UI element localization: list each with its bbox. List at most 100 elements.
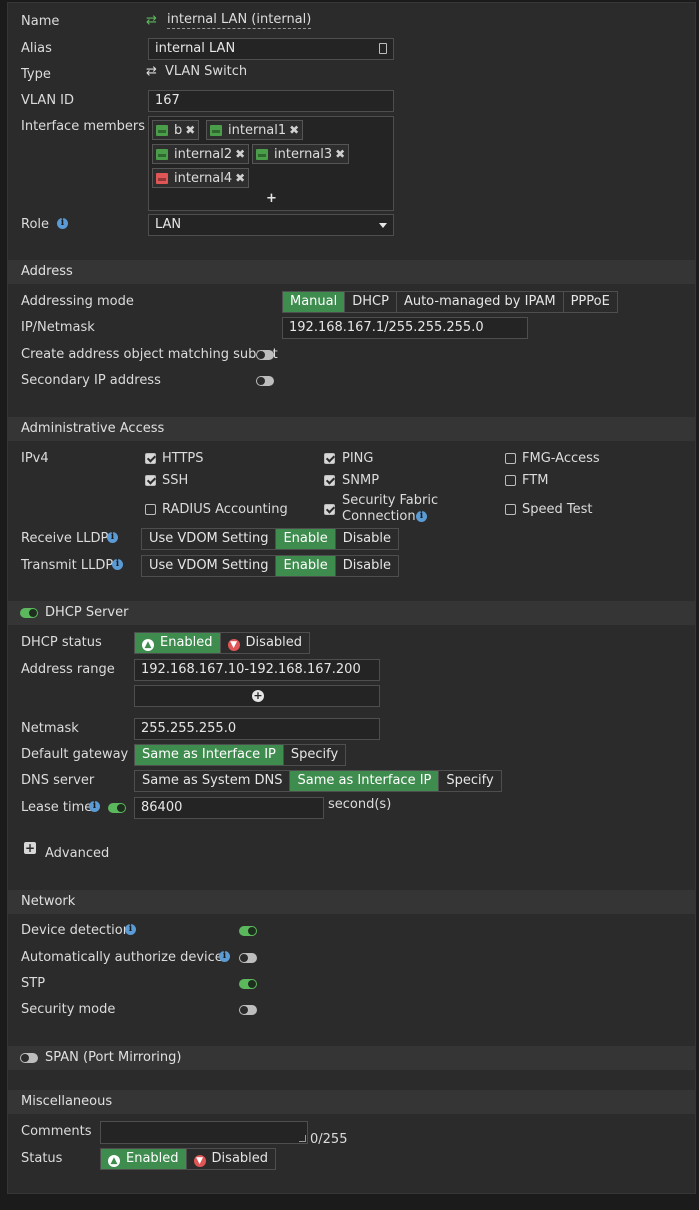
address-range-label: Address range <box>21 662 115 677</box>
checkbox-fmg-access[interactable] <box>505 453 516 464</box>
lldp-disable[interactable]: Disable <box>335 529 398 549</box>
section-title: Address <box>21 264 73 279</box>
checkbox-security-fabric[interactable] <box>324 504 335 515</box>
receive-lldp-selector[interactable]: Use VDOM Setting Enable Disable <box>141 528 399 550</box>
status-disabled[interactable]: ▼ Disabled <box>186 1149 276 1169</box>
checkbox-radius-accounting[interactable] <box>145 504 156 515</box>
lease-time-toggle[interactable] <box>108 803 126 813</box>
add-member-icon[interactable]: + <box>266 191 277 206</box>
ip-netmask-label: IP/Netmask <box>21 320 95 335</box>
contact-card-icon <box>379 43 387 54</box>
remove-member-icon[interactable]: ✖ <box>289 123 299 137</box>
lease-time-label: Lease time <box>21 800 93 815</box>
checkbox-ping[interactable] <box>324 453 335 464</box>
expand-plus-icon[interactable]: + <box>24 842 36 854</box>
netmask-input[interactable]: 255.255.255.0 <box>134 718 380 740</box>
member-chip-internal4[interactable]: internal4 ✖ <box>152 168 250 188</box>
vlan-id-input[interactable]: 167 <box>148 90 394 112</box>
type-label: Type <box>21 67 51 82</box>
lease-time-input[interactable]: 86400 <box>134 797 324 819</box>
addressing-mode-selector[interactable]: Manual DHCP Auto-managed by IPAM PPPoE <box>282 291 618 313</box>
section-dhcp-server: DHCP Server <box>8 601 695 625</box>
lldp-enable[interactable]: Enable <box>276 529 336 549</box>
member-name: internal2 <box>174 146 233 162</box>
dns-specify[interactable]: Specify <box>439 771 501 791</box>
lldp-disable[interactable]: Disable <box>335 556 398 576</box>
info-icon[interactable]: i <box>112 559 123 570</box>
span-toggle[interactable] <box>20 1053 38 1063</box>
mode-manual[interactable]: Manual <box>283 292 346 312</box>
member-chip-internal2[interactable]: internal2 ✖ <box>152 144 250 164</box>
section-title: Administrative Access <box>21 421 165 436</box>
gateway-same-as-interface[interactable]: Same as Interface IP <box>135 745 284 765</box>
remove-member-icon[interactable]: ✖ <box>235 147 245 161</box>
section-title: Miscellaneous <box>21 1094 113 1109</box>
security-mode-toggle[interactable] <box>239 1005 257 1015</box>
info-icon[interactable]: i <box>107 532 118 543</box>
auto-authorize-toggle[interactable] <box>239 953 257 963</box>
dhcp-server-toggle[interactable] <box>20 608 38 618</box>
netmask-label: Netmask <box>21 721 79 736</box>
add-range-button[interactable]: + <box>134 685 380 707</box>
checkbox-snmp[interactable] <box>324 475 335 486</box>
interface-edit-panel: Name ⇄ internal LAN (internal) Alias int… <box>7 2 696 1194</box>
resize-handle-icon[interactable] <box>299 1135 306 1142</box>
gateway-specify[interactable]: Specify <box>283 745 346 765</box>
checkbox-ftm[interactable] <box>505 475 516 486</box>
role-select[interactable]: LAN <box>148 214 394 236</box>
lldp-use-vdom[interactable]: Use VDOM Setting <box>142 529 277 549</box>
advanced-toggle-label[interactable]: Advanced <box>45 846 109 861</box>
mode-dhcp[interactable]: DHCP <box>345 292 397 312</box>
lldp-enable[interactable]: Enable <box>276 556 336 576</box>
comments-count: 0/255 <box>310 1132 348 1147</box>
port-up-icon <box>156 148 168 160</box>
member-chip-internal3[interactable]: internal3 ✖ <box>252 144 350 164</box>
info-icon[interactable]: i <box>416 511 427 522</box>
section-span: SPAN (Port Mirroring) <box>8 1046 695 1070</box>
remove-member-icon[interactable]: ✖ <box>185 123 195 137</box>
member-chip-b[interactable]: b ✖ <box>152 120 200 140</box>
info-icon[interactable]: i <box>219 951 230 962</box>
dhcp-status-enabled[interactable]: ▲ Enabled <box>135 633 221 653</box>
create-address-object-toggle[interactable] <box>256 350 274 360</box>
checkbox-ssh[interactable] <box>145 475 156 486</box>
status-enabled[interactable]: ▲ Enabled <box>101 1149 187 1169</box>
port-down-icon <box>156 172 168 184</box>
mode-pppoe[interactable]: PPPoE <box>563 292 617 312</box>
secondary-ip-toggle[interactable] <box>256 376 274 386</box>
stp-toggle[interactable] <box>239 979 257 989</box>
dhcp-status-selector[interactable]: ▲ Enabled ▼ Disabled <box>134 632 311 654</box>
default-gateway-selector[interactable]: Same as Interface IP Specify <box>134 744 347 766</box>
auto-authorize-label: Automatically authorize devices <box>21 950 230 965</box>
ip-netmask-input[interactable]: 192.168.167.1/255.255.255.0 <box>282 317 528 339</box>
info-icon[interactable]: i <box>125 924 136 935</box>
mode-ipam[interactable]: Auto-managed by IPAM <box>396 292 564 312</box>
status-selector[interactable]: ▲ Enabled ▼ Disabled <box>100 1148 277 1170</box>
info-icon[interactable]: i <box>89 801 100 812</box>
remove-member-icon[interactable]: ✖ <box>335 147 345 161</box>
receive-lldp-label: Receive LLDP <box>21 531 109 546</box>
address-range-input[interactable]: 192.168.167.10-192.168.167.200 <box>134 659 380 681</box>
device-detection-toggle[interactable] <box>239 926 257 936</box>
dns-same-as-system[interactable]: Same as System DNS <box>135 771 291 791</box>
radius-accounting-label: RADIUS Accounting <box>162 502 288 517</box>
disabled-label: Disabled <box>211 1151 269 1166</box>
comments-textarea[interactable] <box>100 1121 308 1144</box>
info-icon[interactable]: i <box>57 218 68 229</box>
section-administrative-access: Administrative Access <box>8 417 695 441</box>
secondary-ip-label: Secondary IP address <box>21 373 161 388</box>
lldp-use-vdom[interactable]: Use VDOM Setting <box>142 556 277 576</box>
dns-server-selector[interactable]: Same as System DNS Same as Interface IP … <box>134 770 502 792</box>
address-range-value: 192.168.167.10-192.168.167.200 <box>141 662 361 677</box>
member-name: internal3 <box>274 146 333 162</box>
dhcp-status-disabled[interactable]: ▼ Disabled <box>220 633 310 653</box>
dns-same-as-interface[interactable]: Same as Interface IP <box>290 771 440 791</box>
checkbox-speed-test[interactable] <box>505 504 516 515</box>
checkbox-https[interactable] <box>145 453 156 464</box>
alias-input[interactable]: internal LAN <box>148 38 394 60</box>
transmit-lldp-selector[interactable]: Use VDOM Setting Enable Disable <box>141 555 399 577</box>
member-chip-internal1[interactable]: internal1 ✖ <box>206 120 304 140</box>
section-network: Network <box>8 890 695 914</box>
interface-members-box[interactable]: b ✖ internal1 ✖ internal2 ✖ internal3 ✖ … <box>148 116 394 211</box>
remove-member-icon[interactable]: ✖ <box>235 171 245 185</box>
